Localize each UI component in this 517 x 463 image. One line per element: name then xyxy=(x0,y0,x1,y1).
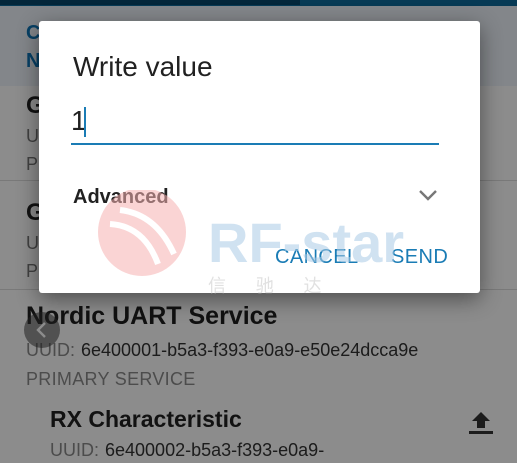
advanced-toggle[interactable]: Advanced xyxy=(59,176,463,220)
write-value-dialog: Write value Advanced CANCEL SEND xyxy=(39,21,480,293)
advanced-label: Advanced xyxy=(73,186,169,208)
cancel-button[interactable]: CANCEL xyxy=(275,237,359,277)
dialog-title: Write value xyxy=(73,51,213,82)
dialog-actions: CANCEL SEND xyxy=(259,237,459,277)
value-input[interactable] xyxy=(71,101,439,145)
chevron-down-icon xyxy=(419,190,437,201)
text-cursor xyxy=(84,107,86,137)
send-button[interactable]: SEND xyxy=(391,237,448,277)
